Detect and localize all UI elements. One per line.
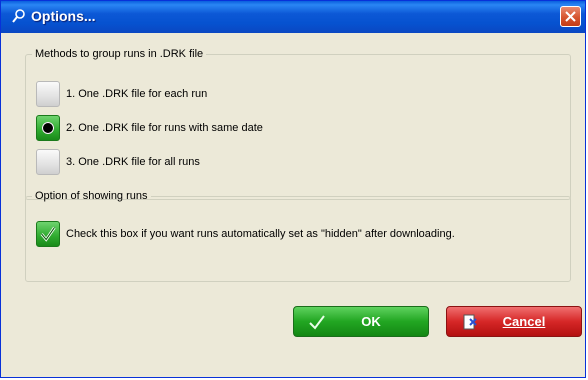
show-runs-section: Option of showing runs Check this box if…: [25, 190, 571, 282]
title-bar[interactable]: Options...: [1, 1, 585, 33]
radio-same-date[interactable]: [36, 115, 60, 141]
checkmark-icon: [40, 226, 56, 242]
ok-button-label: OK: [361, 314, 381, 329]
cancel-button-label: Cancel: [502, 314, 546, 329]
option-all-runs[interactable]: 3. One .DRK file for all runs: [36, 148, 200, 176]
option-each-run[interactable]: 1. One .DRK file for each run: [36, 80, 207, 108]
group-runs-section: Methods to group runs in .DRK file 1. On…: [25, 48, 571, 200]
radio-all-runs[interactable]: [36, 149, 60, 175]
close-icon: [565, 11, 576, 22]
group-runs-legend: Methods to group runs in .DRK file: [35, 48, 204, 60]
hidden-option-row[interactable]: Check this box if you want runs automati…: [36, 220, 455, 248]
option-each-run-label: 1. One .DRK file for each run: [66, 88, 208, 100]
radio-each-run[interactable]: [36, 81, 60, 107]
show-runs-legend: Option of showing runs: [35, 190, 148, 202]
hidden-checkbox[interactable]: [36, 221, 60, 247]
ok-button[interactable]: OK: [293, 306, 429, 337]
close-button[interactable]: [560, 6, 581, 27]
cancel-button[interactable]: Cancel: [446, 306, 582, 337]
option-all-runs-label: 3. One .DRK file for all runs: [66, 156, 200, 168]
window-title: Options...: [31, 8, 96, 24]
options-dialog: Options... Methods to group runs in .DRK…: [0, 0, 586, 378]
hidden-checkbox-label: Check this box if you want runs automati…: [66, 228, 455, 240]
option-same-date-label: 2. One .DRK file for runs with same date: [66, 122, 263, 134]
search-icon: [12, 9, 25, 23]
option-same-date[interactable]: 2. One .DRK file for runs with same date: [36, 114, 263, 142]
